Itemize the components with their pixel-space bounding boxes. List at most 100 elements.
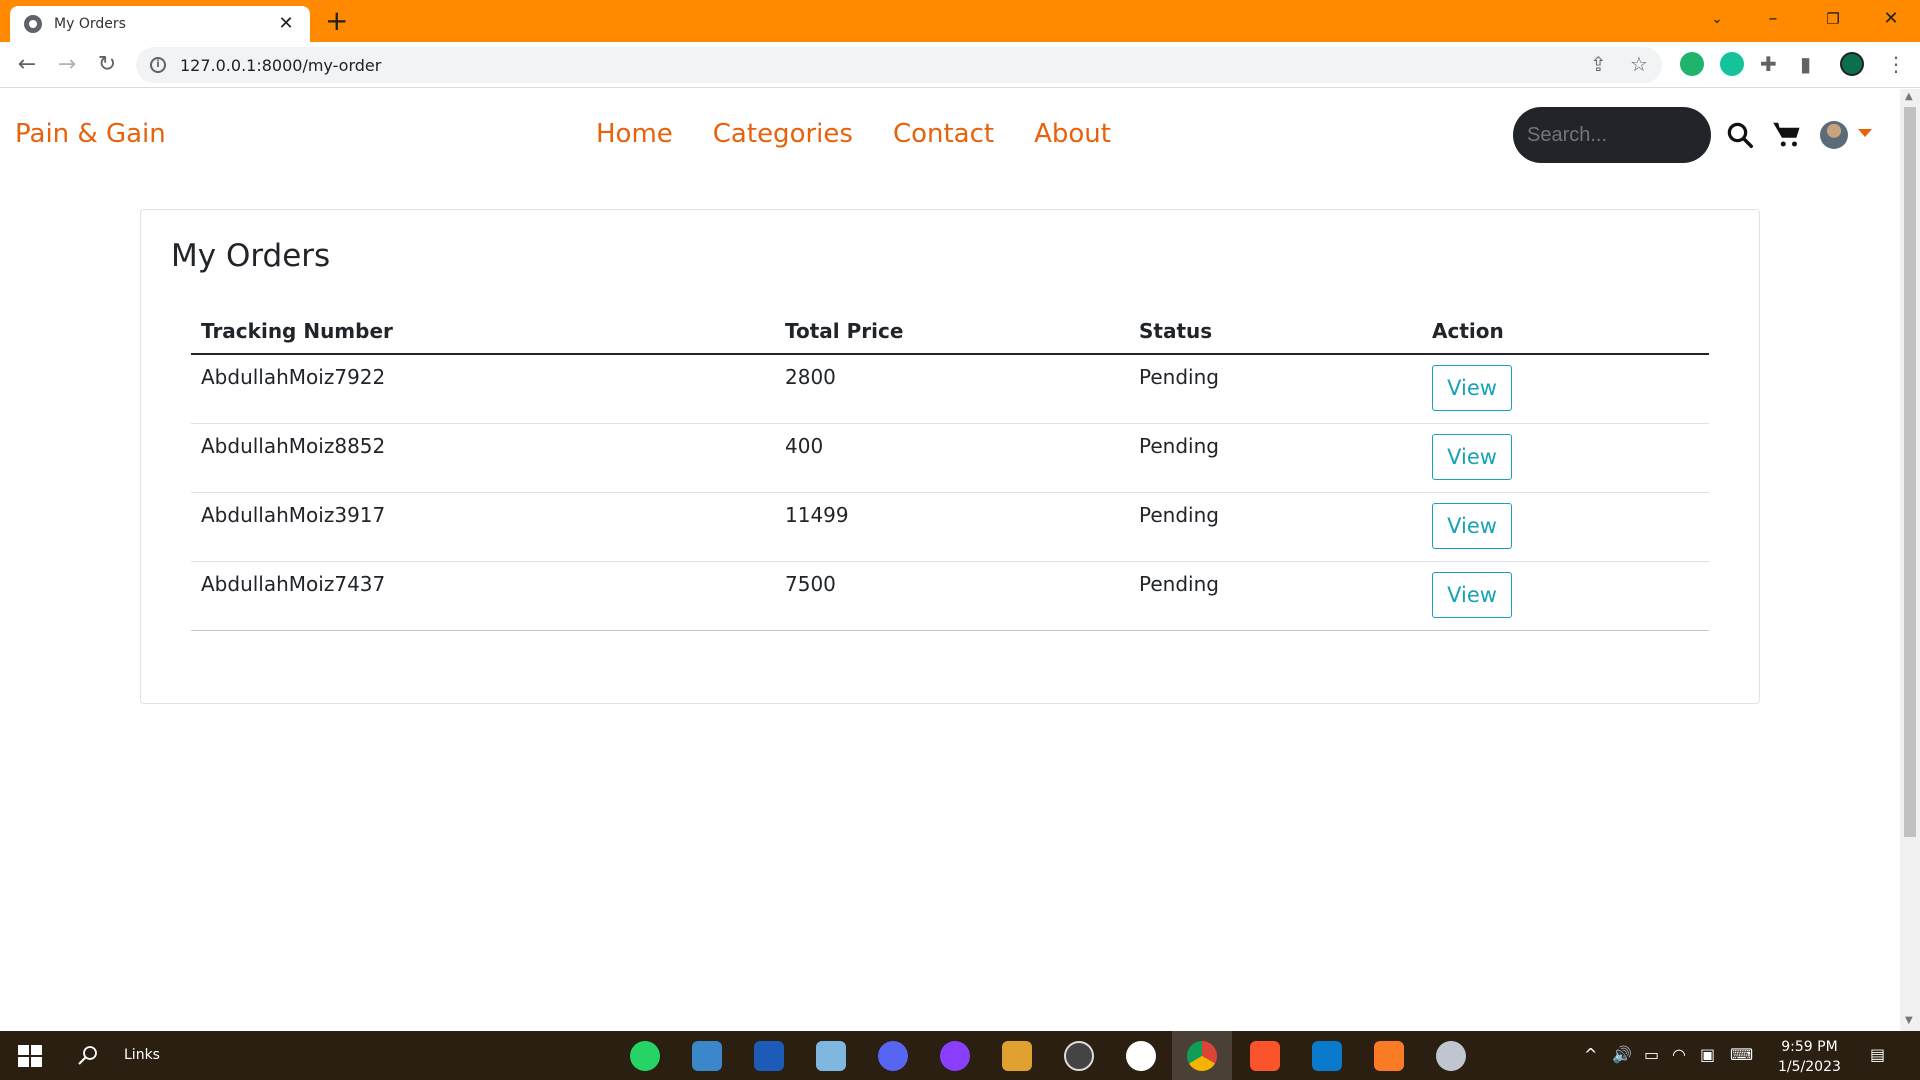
notifications-icon[interactable]: ▤ <box>1870 1045 1885 1064</box>
info-icon[interactable]: i <box>150 57 166 73</box>
header-status: Status <box>1129 306 1422 355</box>
browser-toolbar: ← → ↻ i 127.0.0.1:8000/my-order ⇪ ☆ ✚ ▮ … <box>0 42 1920 88</box>
paint-icon[interactable] <box>1436 1041 1466 1071</box>
tray-chevron-up-icon[interactable]: ^ <box>1584 1045 1597 1064</box>
devcpp-icon[interactable] <box>754 1041 784 1071</box>
discord-icon[interactable] <box>878 1041 908 1071</box>
tracking-number: AbdullahMoiz7437 <box>191 561 775 631</box>
system-clock[interactable]: 9:59 PM 1/5/2023 <box>1778 1037 1841 1077</box>
header-total-price: Total Price <box>775 306 1129 355</box>
scroll-up-icon[interactable]: ▲ <box>1905 91 1913 102</box>
profile-avatar-icon[interactable] <box>1840 52 1864 76</box>
whatsapp-icon[interactable] <box>630 1041 660 1071</box>
side-panel-icon[interactable]: ▮ <box>1800 52 1811 76</box>
page-viewport: Pain & Gain Home Categories Contact Abou… <box>0 89 1900 1031</box>
brand-logo[interactable]: Pain & Gain <box>15 119 166 149</box>
browser-tab[interactable]: My Orders ✕ <box>10 6 310 42</box>
wifi-icon[interactable]: ◠ <box>1672 1045 1686 1064</box>
total-price: 7500 <box>775 561 1129 631</box>
volume-icon[interactable]: 🔊 <box>1612 1045 1632 1064</box>
page-title: My Orders <box>171 238 331 274</box>
view-order-button[interactable]: View <box>1432 571 1512 618</box>
reload-icon[interactable]: ↻ <box>92 50 122 80</box>
xampp-icon[interactable] <box>1374 1041 1404 1071</box>
header-action: Action <box>1422 306 1709 355</box>
tracking-number: AbdullahMoiz7922 <box>191 354 775 424</box>
order-status: Pending <box>1129 492 1422 562</box>
header-tracking-number: Tracking Number <box>191 306 775 355</box>
address-bar[interactable]: i 127.0.0.1:8000/my-order <box>136 47 1662 83</box>
taskbar-links-label[interactable]: Links <box>124 1047 160 1063</box>
globe-icon <box>24 15 42 33</box>
nav-categories[interactable]: Categories <box>713 119 853 149</box>
view-order-button[interactable]: View <box>1432 365 1512 411</box>
chrome-icon[interactable] <box>1172 1031 1232 1080</box>
back-icon[interactable]: ← <box>12 50 42 80</box>
view-order-button[interactable]: View <box>1432 433 1512 480</box>
action-cell: View <box>1422 492 1709 562</box>
search-input[interactable] <box>1513 107 1711 163</box>
nav-about[interactable]: About <box>1034 119 1111 149</box>
action-cell: View <box>1422 561 1709 631</box>
main-nav: Home Categories Contact About <box>596 119 1111 149</box>
orders-table: Tracking Number Total Price Status Actio… <box>191 306 1709 631</box>
table-row: AbdullahMoiz7922 2800 Pending View <box>191 354 1709 424</box>
search-icon[interactable] <box>1725 120 1755 150</box>
obs-icon[interactable] <box>1064 1041 1094 1071</box>
scrollbar-thumb[interactable] <box>1904 107 1916 837</box>
window-close-icon[interactable]: ✕ <box>1868 4 1914 34</box>
user-avatar[interactable] <box>1820 121 1848 149</box>
taskbar-search-icon[interactable] <box>76 1043 100 1067</box>
clock-time: 9:59 PM <box>1781 1039 1838 1055</box>
tab-search-icon[interactable]: ⌄ <box>1694 4 1740 34</box>
close-icon[interactable]: ✕ <box>276 15 296 33</box>
orders-card: My Orders Tracking Number Total Price St… <box>140 209 1760 704</box>
brave-icon[interactable] <box>1250 1041 1280 1071</box>
nav-home[interactable]: Home <box>596 119 673 149</box>
cart-icon[interactable] <box>1772 119 1802 149</box>
order-status: Pending <box>1129 423 1422 493</box>
table-row: AbdullahMoiz7437 7500 Pending View <box>191 561 1709 631</box>
restore-icon[interactable]: ❐ <box>1810 4 1856 34</box>
scroll-down-icon[interactable]: ▼ <box>1905 1015 1913 1026</box>
tracking-number: AbdullahMoiz8852 <box>191 423 775 493</box>
total-price: 11499 <box>775 492 1129 562</box>
github-icon[interactable] <box>940 1041 970 1071</box>
share-icon[interactable]: ⇪ <box>1590 52 1607 76</box>
git-icon[interactable] <box>1002 1041 1032 1071</box>
forward-icon[interactable]: → <box>52 50 82 80</box>
extensions-puzzle-icon[interactable]: ✚ <box>1760 52 1777 76</box>
total-price: 2800 <box>775 354 1129 424</box>
table-row: AbdullahMoiz3917 11499 Pending View <box>191 492 1709 562</box>
bookmark-star-icon[interactable]: ☆ <box>1630 52 1648 76</box>
battery-icon[interactable]: ▭ <box>1644 1045 1659 1064</box>
url-text[interactable]: 127.0.0.1:8000/my-order <box>180 56 381 75</box>
extension-refresh-icon[interactable] <box>1680 52 1704 76</box>
grammarly-icon[interactable] <box>1720 52 1744 76</box>
tracking-number: AbdullahMoiz3917 <box>191 492 775 562</box>
action-cell: View <box>1422 354 1709 424</box>
total-price: 400 <box>775 423 1129 493</box>
camera-icon[interactable]: ▣ <box>1700 1045 1715 1064</box>
remote-desktop-icon[interactable] <box>692 1041 722 1071</box>
mongodb-icon[interactable] <box>1126 1041 1156 1071</box>
chevron-down-icon[interactable] <box>1858 129 1872 137</box>
new-tab-button[interactable]: + <box>325 6 348 36</box>
order-status: Pending <box>1129 561 1422 631</box>
keyboard-icon[interactable]: ⌨ <box>1730 1045 1753 1064</box>
cube-app-icon[interactable] <box>816 1041 846 1071</box>
browser-titlebar: My Orders ✕ + ⌄ – ❐ ✕ <box>0 0 1920 42</box>
minimize-icon[interactable]: – <box>1750 4 1796 34</box>
table-row: AbdullahMoiz8852 400 Pending View <box>191 423 1709 493</box>
taskbar: Links ^ 🔊 ▭ ◠ ▣ ⌨ 9:59 PM 1/5/2023 ▤ <box>0 1031 1920 1080</box>
table-header-row: Tracking Number Total Price Status Actio… <box>191 306 1709 355</box>
page-scrollbar[interactable]: ▲ ▼ <box>1900 89 1920 1031</box>
order-status: Pending <box>1129 354 1422 424</box>
menu-kebab-icon[interactable]: ⋮ <box>1886 52 1906 76</box>
action-cell: View <box>1422 423 1709 493</box>
view-order-button[interactable]: View <box>1432 502 1512 549</box>
clock-date: 1/5/2023 <box>1778 1059 1841 1075</box>
windows-start-icon[interactable] <box>18 1045 42 1067</box>
vscode-icon[interactable] <box>1312 1041 1342 1071</box>
nav-contact[interactable]: Contact <box>893 119 994 149</box>
